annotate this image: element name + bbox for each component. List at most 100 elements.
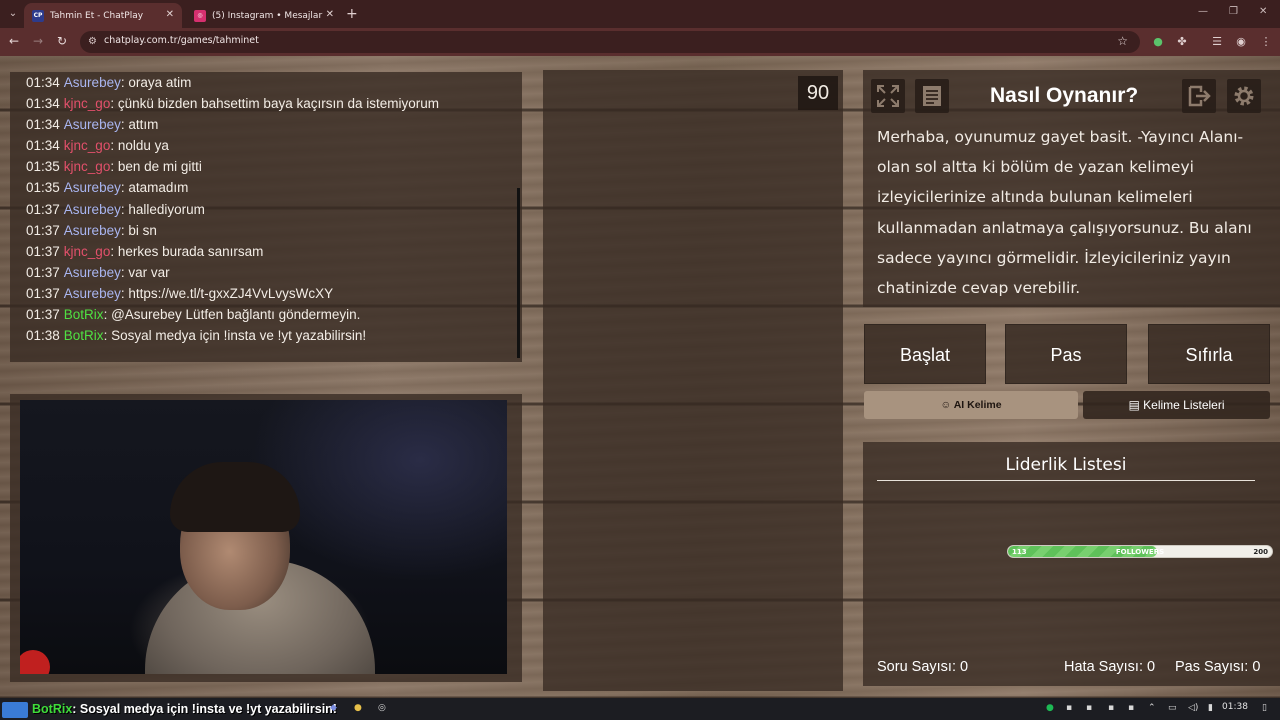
system-clock: 01:38 bbox=[1222, 702, 1248, 712]
close-window-icon[interactable]: ✕ bbox=[1259, 6, 1267, 17]
chrome-icon[interactable]: ● bbox=[354, 703, 362, 713]
close-tab-icon[interactable]: ✕ bbox=[326, 9, 334, 20]
chat-message: 01:35 kjnc_go: ben de mi gitti bbox=[26, 156, 522, 177]
chat-message: 01:34 Asurebey: oraya atim bbox=[26, 72, 522, 93]
chat-text: : çünkü bizden bahsettim baya kaçırsın d… bbox=[110, 96, 439, 112]
followers-goal-label: FOLLOWERS bbox=[1115, 548, 1165, 556]
notes-icon[interactable] bbox=[915, 79, 949, 113]
chat-username[interactable]: kjnc_go bbox=[64, 138, 111, 153]
site-info-icon[interactable]: ⚙ bbox=[88, 36, 97, 47]
chat-text: : bi sn bbox=[120, 222, 157, 238]
chat-username[interactable]: BotRix bbox=[64, 307, 104, 322]
chat-username[interactable]: kjnc_go bbox=[64, 244, 111, 259]
profile-avatar-icon[interactable]: ◉ bbox=[1234, 35, 1248, 49]
tab-chatplay[interactable]: CP Tahmin Et - ChatPlay ✕ bbox=[24, 3, 182, 28]
network-icon[interactable]: ▭ bbox=[1168, 703, 1177, 713]
chat-text: : herkes burada sanırsam bbox=[110, 243, 264, 259]
chat-text: : https://we.tl/t-gxxZJ4VvLvysWcXY bbox=[120, 285, 334, 301]
streamer-hair bbox=[170, 462, 300, 532]
word-lists-button[interactable]: ▤ Kelime Listeleri bbox=[1083, 391, 1270, 419]
chat-text: : @Asurebey Lütfen bağlantı göndermeyin. bbox=[103, 307, 361, 323]
browser-menu-icon[interactable]: ⋮ bbox=[1259, 35, 1273, 49]
battery-icon[interactable]: ▮ bbox=[1208, 703, 1213, 713]
question-count: Soru Sayısı: 0 bbox=[877, 659, 969, 675]
instagram-favicon-icon: ◎ bbox=[194, 9, 206, 22]
chat-username[interactable]: Asurebey bbox=[64, 265, 121, 280]
chat-username[interactable]: kjnc_go bbox=[64, 159, 111, 174]
tray-app-icon[interactable]: ▪ bbox=[1066, 703, 1072, 713]
minimize-icon[interactable]: — bbox=[1198, 6, 1208, 17]
leaderboard-title: Liderlik Listesi bbox=[1005, 455, 1127, 475]
chat-username[interactable]: kjnc_go bbox=[64, 96, 111, 111]
chat-username[interactable]: Asurebey bbox=[64, 75, 121, 90]
chat-timestamp: 01:35 bbox=[26, 159, 60, 175]
back-icon[interactable]: ← bbox=[9, 34, 19, 48]
chat-message: 01:35 Asurebey: atamadım bbox=[26, 177, 522, 198]
tray-app-icon[interactable]: ▪ bbox=[1108, 703, 1114, 713]
start-button[interactable]: Başlat bbox=[864, 324, 986, 384]
chat-timestamp: 01:37 bbox=[26, 264, 60, 280]
chat-text: : atamadım bbox=[120, 180, 189, 196]
tab-title: (5) Instagram • Mesajlar bbox=[212, 10, 323, 21]
extension-shield-icon[interactable]: ● bbox=[1151, 35, 1165, 49]
notifications-icon[interactable]: ▯ bbox=[1262, 703, 1267, 713]
ticker-user: BotRix bbox=[32, 702, 73, 716]
chat-username[interactable]: Asurebey bbox=[64, 223, 121, 238]
chat-message: 01:37 kjnc_go: herkes burada sanırsam bbox=[26, 241, 522, 262]
reading-list-icon[interactable]: ☰ bbox=[1210, 35, 1224, 49]
tray-chevron-icon[interactable]: ⌃ bbox=[1148, 703, 1156, 713]
chat-text: : ben de mi gitti bbox=[110, 159, 202, 175]
ai-word-label: AI Kelime bbox=[953, 399, 1002, 411]
pass-count: Pas Sayısı: 0 bbox=[1175, 659, 1261, 675]
chat-username[interactable]: Asurebey bbox=[64, 286, 121, 301]
tray-app-icon[interactable]: ▪ bbox=[1086, 703, 1092, 713]
error-count: Hata Sayısı: 0 bbox=[1064, 659, 1156, 675]
tab-instagram[interactable]: ◎ (5) Instagram • Mesajlar ✕ bbox=[186, 3, 342, 28]
chat-username[interactable]: Asurebey bbox=[64, 117, 121, 132]
game-board bbox=[543, 70, 843, 691]
ai-word-button[interactable]: ☺ AI Kelime bbox=[864, 391, 1078, 419]
spotify-icon[interactable]: ● bbox=[1046, 703, 1054, 713]
ticker-avatar-icon bbox=[2, 701, 28, 718]
obs-icon[interactable]: ◎ bbox=[378, 703, 386, 713]
reset-button[interactable]: Sıfırla bbox=[1148, 324, 1270, 384]
browser-tab-bar: ⌄ CP Tahmin Et - ChatPlay ✕ ◎ (5) Instag… bbox=[0, 0, 1280, 28]
taskbar: BotRix: Sosyal medya için !insta ve !yt … bbox=[0, 698, 1280, 720]
url-text: chatplay.com.tr/games/tahminet bbox=[104, 35, 259, 46]
chat-timestamp: 01:37 bbox=[26, 243, 60, 259]
how-to-play-text: Merhaba, oyunumuz gayet basit. -Yayıncı … bbox=[877, 128, 1252, 298]
tab-search-chevron-icon[interactable]: ⌄ bbox=[4, 5, 22, 23]
chat-message: 01:37 Asurebey: hallediyorum bbox=[26, 199, 522, 220]
chat-text: : var var bbox=[120, 264, 170, 280]
chat-message: 01:34 Asurebey: attım bbox=[26, 114, 522, 135]
chat-username[interactable]: BotRix bbox=[64, 328, 104, 343]
extensions-puzzle-icon[interactable]: ✤ bbox=[1175, 35, 1189, 49]
close-tab-icon[interactable]: ✕ bbox=[166, 9, 174, 20]
chat-username[interactable]: Asurebey bbox=[64, 202, 121, 217]
chat-timestamp: 01:34 bbox=[26, 138, 60, 154]
bookmark-star-icon[interactable]: ☆ bbox=[1117, 34, 1128, 48]
chat-message-list: 01:34 Asurebey: oraya atim 01:34 kjnc_go: ç… bbox=[26, 72, 522, 346]
fullscreen-icon[interactable] bbox=[871, 79, 905, 113]
logout-icon[interactable] bbox=[1182, 79, 1216, 113]
discord-icon[interactable]: ◆ bbox=[330, 703, 337, 713]
chat-scrollbar[interactable] bbox=[517, 188, 520, 358]
chat-message: 01:37 BotRix: @Asurebey Lütfen bağlantı g… bbox=[26, 304, 522, 325]
restore-icon[interactable]: ❐ bbox=[1229, 6, 1238, 17]
chat-timestamp: 01:35 bbox=[26, 180, 60, 196]
chatplay-favicon-icon: CP bbox=[32, 9, 44, 22]
reload-icon[interactable]: ↻ bbox=[57, 34, 67, 48]
settings-gear-icon[interactable] bbox=[1227, 79, 1261, 113]
volume-icon[interactable]: ◁) bbox=[1188, 703, 1198, 713]
new-tab-icon[interactable]: + bbox=[346, 6, 358, 22]
chat-message: 01:38 BotRix: Sosyal medya için !insta ve… bbox=[26, 325, 522, 346]
chat-timestamp: 01:37 bbox=[26, 307, 60, 323]
chat-username[interactable]: Asurebey bbox=[64, 180, 121, 195]
address-bar[interactable]: ⚙ chatplay.com.tr/games/tahminet ☆ bbox=[80, 31, 1140, 53]
pass-button[interactable]: Pas bbox=[1005, 324, 1127, 384]
followers-goal-target: 200 bbox=[1253, 548, 1268, 556]
chat-ticker: BotRix: Sosyal medya için !insta ve !yt … bbox=[2, 699, 337, 719]
tray-app-icon[interactable]: ▪ bbox=[1128, 703, 1134, 713]
forward-icon[interactable]: → bbox=[33, 34, 43, 48]
leaderboard-divider bbox=[877, 480, 1255, 481]
